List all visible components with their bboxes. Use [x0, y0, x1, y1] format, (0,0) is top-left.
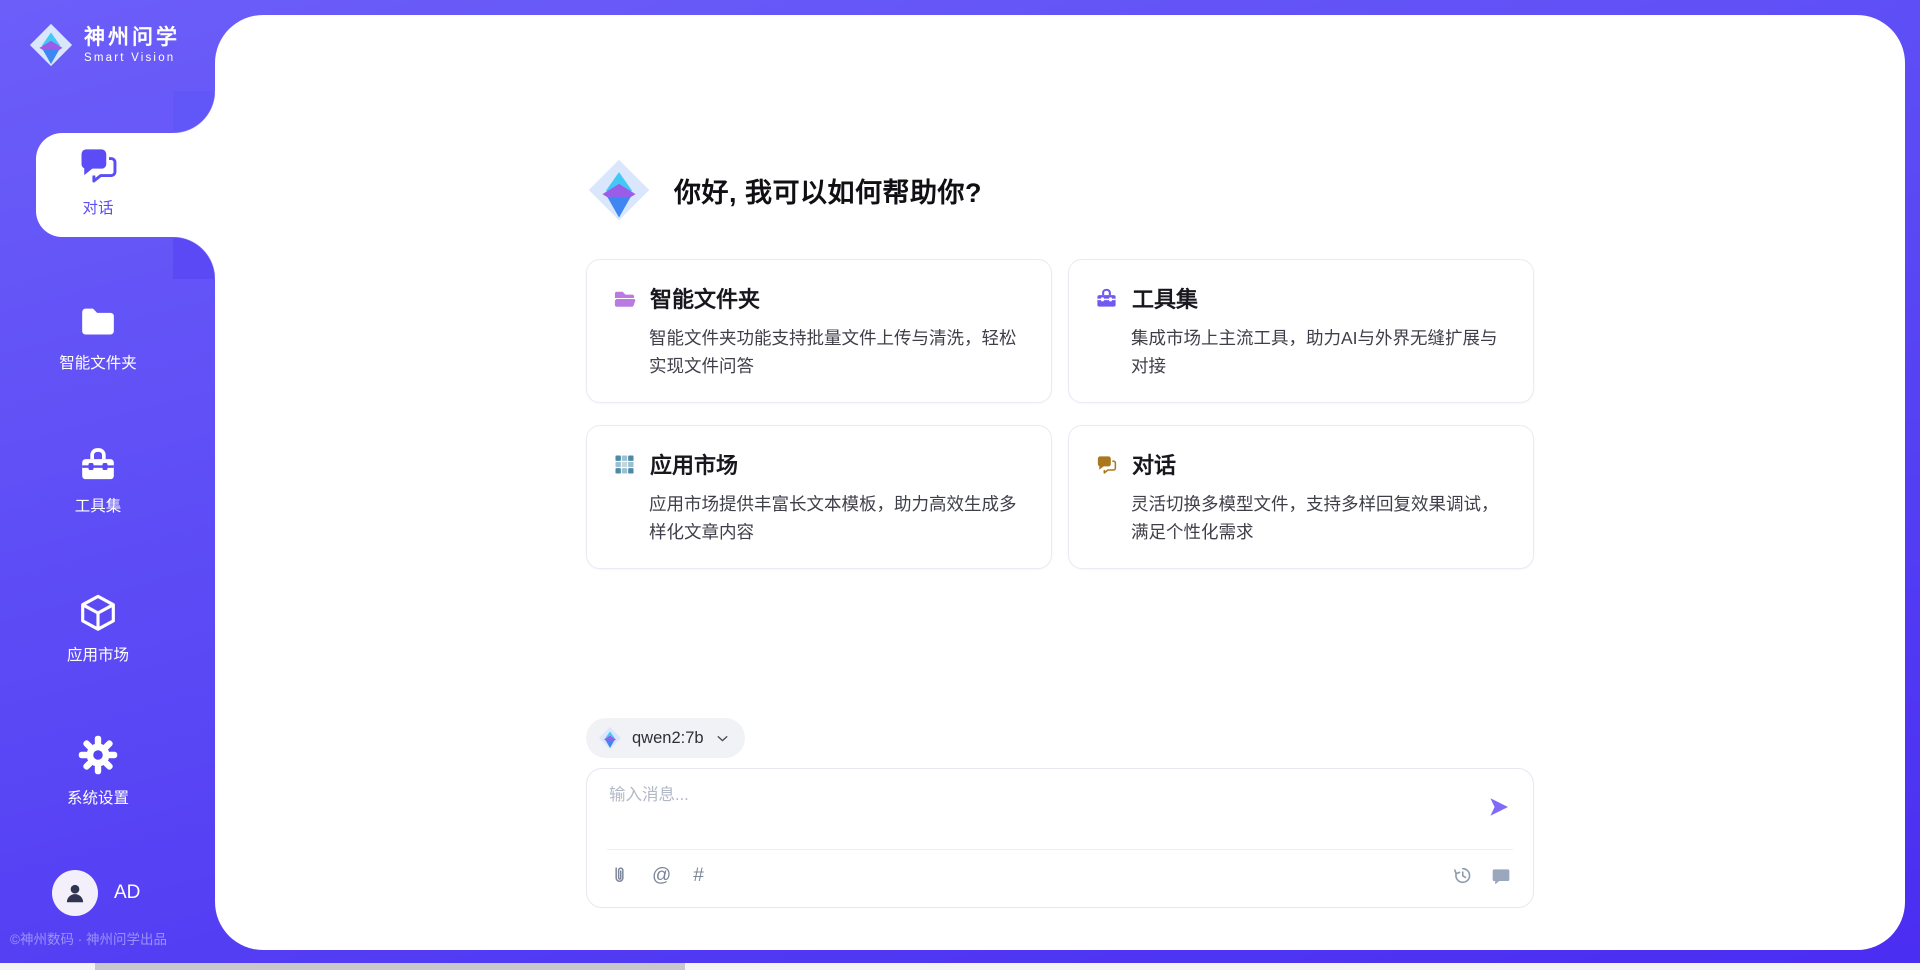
card-smart-folder[interactable]: 智能文件夹 智能文件夹功能支持批量文件上传与清洗，轻松实现文件问答: [586, 259, 1052, 403]
composer-toolbar: @ #: [609, 865, 1511, 886]
copyright-footer: ©神州数码 · 神州问学出品: [10, 928, 167, 948]
greeting-block: 你好, 我可以如何帮助你?: [586, 157, 1534, 223]
message-composer: @ #: [586, 768, 1534, 908]
card-app-market[interactable]: 应用市场 应用市场提供丰富长文本模板，助力高效生成多样化文章内容: [586, 425, 1052, 569]
hash-icon[interactable]: #: [693, 866, 704, 885]
sidebar-item-label: 工具集: [75, 494, 122, 516]
paperclip-icon[interactable]: [609, 865, 630, 886]
app-subtitle: Smart Vision: [84, 52, 180, 64]
comment-icon[interactable]: [1491, 866, 1511, 886]
chat-icon: [1095, 453, 1118, 476]
app-logo-icon: [28, 22, 74, 68]
main-panel: 你好, 我可以如何帮助你? 智能文件夹 智能文件夹功能支持批量文件上传与清洗，轻…: [215, 15, 1905, 950]
card-description: 智能文件夹功能支持批量文件上传与清洗，轻松实现文件问答: [649, 324, 1025, 380]
app-name: 神州问学: [84, 26, 180, 50]
person-icon: [62, 880, 88, 906]
sidebar-item-app-market[interactable]: 应用市场: [36, 592, 160, 665]
sidebar-item-settings[interactable]: 系统设置: [36, 733, 160, 808]
sidebar-item-chat[interactable]: 对话: [36, 133, 215, 237]
model-selector[interactable]: qwen2:7b: [586, 718, 745, 758]
card-title: 对话: [1132, 448, 1176, 480]
card-toolset[interactable]: 工具集 集成市场上主流工具，助力AI与外界无缝扩展与对接: [1068, 259, 1534, 403]
sidebar-item-smart-folder[interactable]: 智能文件夹: [36, 302, 160, 373]
model-name: qwen2:7b: [632, 729, 704, 748]
gear-icon: [76, 733, 120, 777]
horizontal-scrollbar[interactable]: [0, 963, 1920, 970]
card-description: 集成市场上主流工具，助力AI与外界无缝扩展与对接: [1131, 324, 1507, 380]
sidebar: 神州问学 Smart Vision 对话 智能文件夹 工具集 应用市场 系统设置…: [0, 0, 215, 970]
app-logo-icon: [586, 157, 652, 223]
avatar[interactable]: [52, 870, 98, 916]
chat-icon: [76, 143, 120, 187]
sidebar-item-label: 系统设置: [67, 786, 129, 808]
card-description: 灵活切换多模型文件，支持多样回复效果调试，满足个性化需求: [1131, 490, 1507, 546]
chevron-down-icon: [714, 730, 731, 747]
user-account[interactable]: AD: [52, 870, 140, 916]
divider: [607, 849, 1513, 850]
at-icon[interactable]: @: [652, 866, 671, 885]
history-icon[interactable]: [1452, 865, 1473, 886]
sidebar-item-label: 对话: [82, 196, 113, 218]
toolbox-icon: [77, 445, 119, 485]
composer-tools-right: [1452, 865, 1511, 886]
user-name: AD: [114, 882, 140, 904]
greeting-title: 你好, 我可以如何帮助你?: [674, 171, 982, 210]
card-description: 应用市场提供丰富长文本模板，助力高效生成多样化文章内容: [649, 490, 1025, 546]
card-chat[interactable]: 对话 灵活切换多模型文件，支持多样回复效果调试，满足个性化需求: [1068, 425, 1534, 569]
folder-open-icon: [613, 287, 636, 310]
card-title: 工具集: [1132, 282, 1198, 314]
folder-icon: [77, 302, 119, 342]
feature-cards: 智能文件夹 智能文件夹功能支持批量文件上传与清洗，轻松实现文件问答 工具集 集成…: [586, 259, 1534, 569]
app-logo-icon: [598, 726, 622, 750]
card-title: 智能文件夹: [650, 282, 760, 314]
cube-icon: [77, 592, 119, 634]
toolbox-icon: [1095, 287, 1118, 310]
card-title: 应用市场: [650, 448, 738, 480]
grid-icon: [613, 453, 636, 476]
app-logo: 神州问学 Smart Vision: [28, 22, 180, 68]
send-icon[interactable]: [1487, 795, 1511, 819]
sidebar-item-label: 应用市场: [67, 643, 129, 665]
sidebar-item-label: 智能文件夹: [59, 351, 137, 373]
sidebar-item-toolset[interactable]: 工具集: [36, 445, 160, 516]
message-input[interactable]: [607, 785, 1437, 806]
composer-tools-left: @ #: [609, 865, 704, 886]
scrollbar-thumb[interactable]: [95, 963, 685, 970]
